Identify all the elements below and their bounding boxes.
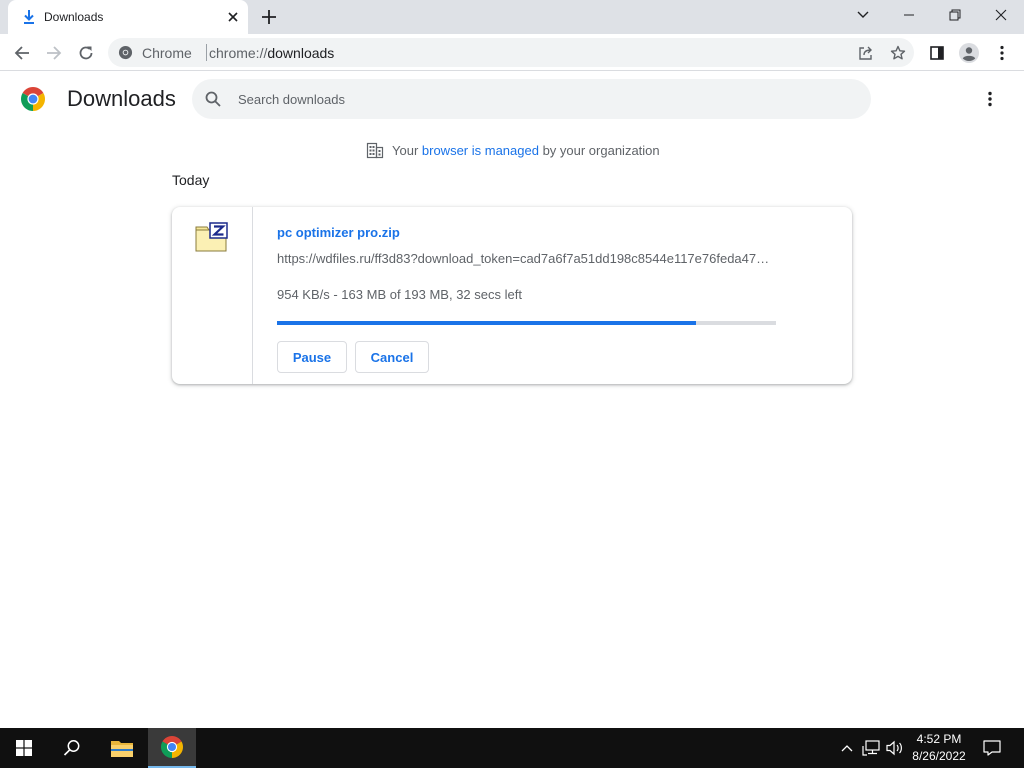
pause-button[interactable]: Pause xyxy=(277,341,347,373)
reload-icon xyxy=(79,46,93,60)
tab-strip: Downloads xyxy=(0,0,1024,34)
side-panel-icon xyxy=(930,46,944,60)
file-name-link[interactable]: pc optimizer pro.zip xyxy=(277,225,400,240)
profile-button[interactable] xyxy=(956,40,982,66)
managed-suffix: by your organization xyxy=(538,142,660,158)
taskbar-search-button[interactable] xyxy=(48,728,96,768)
tab-search-button[interactable] xyxy=(840,0,886,30)
side-panel-button[interactable] xyxy=(924,40,950,66)
cancel-button[interactable]: Cancel xyxy=(355,341,429,373)
clock-time: 4:52 PM xyxy=(916,732,962,746)
address-bar[interactable]: Chrome chrome://downloads xyxy=(108,38,914,67)
chevron-down-icon xyxy=(857,11,869,18)
downloads-menu-button[interactable] xyxy=(980,88,1000,110)
profile-icon xyxy=(959,43,979,63)
file-explorer-icon xyxy=(111,741,133,757)
zip-file-icon xyxy=(195,222,228,252)
date-header: Today xyxy=(172,172,210,188)
search-icon xyxy=(63,740,80,756)
restore-icon xyxy=(949,9,961,21)
search-downloads[interactable] xyxy=(192,79,871,119)
volume-icon xyxy=(886,740,902,756)
clock-date: 8/26/2022 xyxy=(912,749,966,763)
tab-title: Downloads xyxy=(44,10,104,24)
site-chip: Chrome xyxy=(142,45,192,61)
url-path: downloads xyxy=(267,45,335,61)
chrome-site-icon xyxy=(118,45,133,60)
file-source-url[interactable]: https://wdfiles.ru/ff3d83?download_token… xyxy=(277,251,777,266)
taskbar-clock[interactable]: 4:52 PM 8/26/2022 xyxy=(904,731,974,765)
notification-icon xyxy=(983,740,1001,756)
minimize-button[interactable] xyxy=(886,0,932,30)
url-scheme: chrome:// xyxy=(209,45,268,61)
star-icon xyxy=(890,45,906,60)
reload-button[interactable] xyxy=(73,40,99,66)
network-button[interactable] xyxy=(860,728,882,768)
window-close-button[interactable] xyxy=(978,0,1024,30)
bookmark-button[interactable] xyxy=(888,43,908,63)
file-icon-column xyxy=(172,207,253,384)
volume-button[interactable] xyxy=(884,728,906,768)
search-input[interactable] xyxy=(236,87,836,111)
search-icon xyxy=(205,91,221,107)
managed-link[interactable]: browser is managed xyxy=(422,143,539,158)
close-icon[interactable] xyxy=(224,8,242,26)
chrome-taskbar-button[interactable] xyxy=(148,728,196,768)
download-progress-bar xyxy=(277,321,776,325)
building-icon xyxy=(366,142,384,159)
close-icon xyxy=(995,9,1007,21)
page-title: Downloads xyxy=(67,86,176,111)
chrome-logo-icon xyxy=(21,87,45,111)
omnibox-divider xyxy=(206,44,207,61)
tab-downloads[interactable]: Downloads xyxy=(8,0,248,34)
chrome-icon xyxy=(161,736,183,758)
browser-menu-button[interactable] xyxy=(989,40,1015,66)
back-button[interactable] xyxy=(9,40,35,66)
restore-button[interactable] xyxy=(932,0,978,30)
start-button[interactable] xyxy=(0,728,48,768)
menu-kebab-icon xyxy=(1000,45,1004,61)
minimize-icon xyxy=(904,14,914,16)
chevron-up-icon xyxy=(841,745,853,752)
file-explorer-button[interactable] xyxy=(98,728,146,768)
browser-toolbar: Chrome chrome://downloads xyxy=(0,34,1024,71)
download-status: 954 KB/s - 163 MB of 193 MB, 32 secs lef… xyxy=(277,287,522,302)
download-item: pc optimizer pro.zip https://wdfiles.ru/… xyxy=(172,207,852,384)
managed-notice: Your browser is managed by your organiza… xyxy=(366,140,660,160)
back-arrow-icon xyxy=(14,46,29,60)
download-progress-fill xyxy=(277,321,697,325)
show-hidden-icons-button[interactable] xyxy=(838,728,856,768)
share-icon xyxy=(859,46,872,60)
windows-taskbar: 4:52 PM 8/26/2022 xyxy=(0,728,1024,768)
share-button[interactable] xyxy=(856,43,876,63)
plus-icon[interactable] xyxy=(258,6,280,28)
url-text[interactable]: chrome://downloads xyxy=(209,45,334,61)
network-icon xyxy=(862,740,880,756)
forward-arrow-icon xyxy=(47,46,62,60)
windows-start-icon xyxy=(16,740,32,756)
download-icon xyxy=(24,10,34,24)
action-center-button[interactable] xyxy=(978,728,1006,768)
managed-prefix: Your xyxy=(392,142,422,158)
forward-button[interactable] xyxy=(41,40,67,66)
menu-kebab-icon xyxy=(988,91,992,107)
